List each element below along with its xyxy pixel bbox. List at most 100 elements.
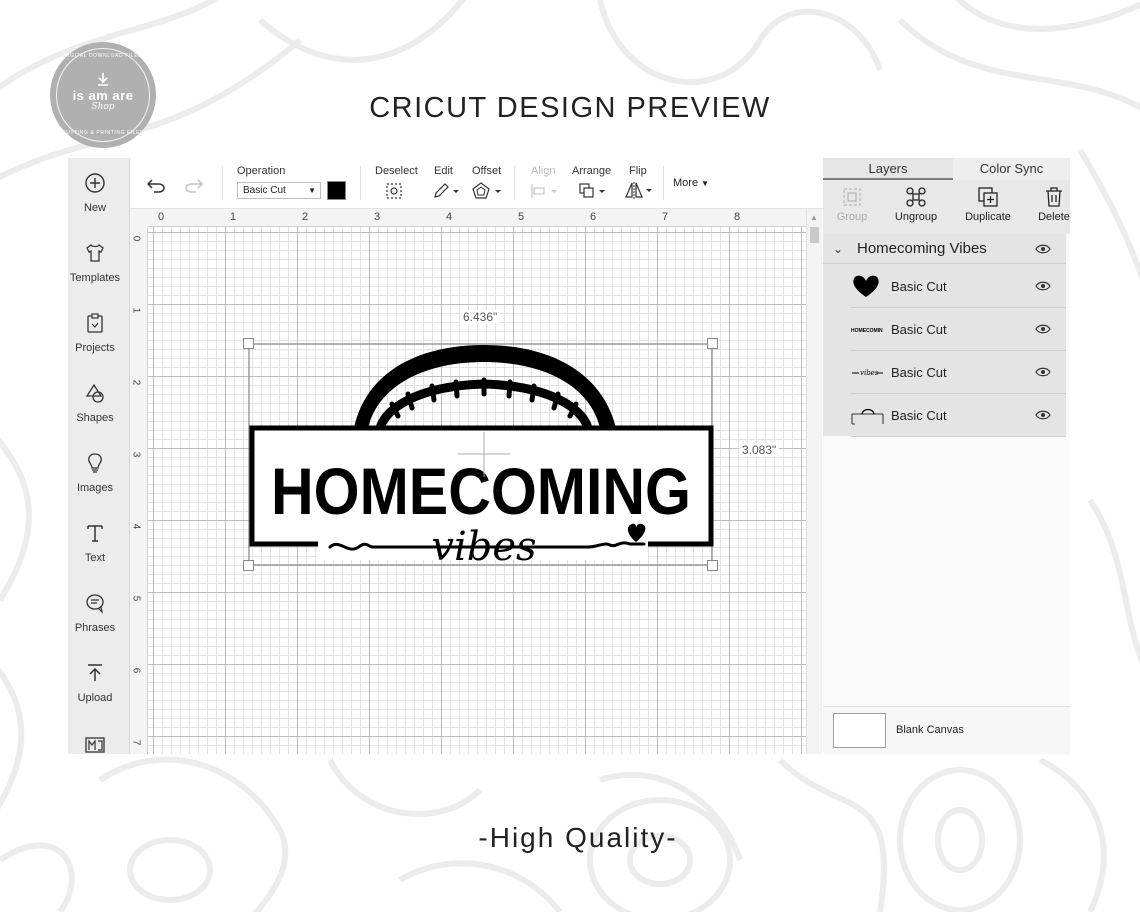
layer-tools-bar: Group Ungroup Duplicate Delete [823,180,1070,234]
operation-label: Operation [237,165,286,177]
duplicate-button[interactable]: Duplicate [958,186,1018,223]
scrollbar-thumb[interactable] [810,227,819,243]
ruler-tick-label: 2 [302,211,309,223]
ruler-tick-label: 3 [374,211,381,223]
sidebar-item-templates[interactable]: Templates [68,242,130,302]
layer-group-row[interactable]: ⌄ Homecoming Vibes [823,234,1066,264]
layer-group-name: Homecoming Vibes [857,240,987,257]
homecoming-vibes-design[interactable]: HOMECOMING vibes [243,338,718,571]
plus-circle-icon [85,173,105,193]
ungroup-button[interactable]: Ungroup [886,186,946,223]
tab-color-sync[interactable]: Color Sync [953,158,1070,180]
layer-row[interactable]: vibes Basic Cut [851,351,1066,394]
projects-icon [87,313,103,333]
group-button[interactable]: Group [822,186,882,223]
offset-icon[interactable] [472,182,502,200]
ruler-corner [130,209,148,227]
cricut-design-space-window: New Templates Projects Shapes Images Tex… [68,158,1070,754]
arrange-label: Arrange [572,165,612,177]
top-ruler: 0 1 2 3 4 5 6 7 8 [148,209,806,227]
tab-layers[interactable]: Layers [823,158,953,180]
ruler-tick-label: 0 [158,211,165,223]
undo-icon[interactable] [146,177,166,193]
scroll-up-icon[interactable]: ▲ [810,213,818,222]
monogram-icon [85,737,105,753]
ruler-tick-label: 8 [734,211,741,223]
design-headline-text: HOMECOMING [271,454,691,528]
sidebar-item-upload[interactable]: Upload [68,662,130,722]
design-canvas[interactable]: 0 1 2 3 4 5 6 7 8 0 1 2 3 4 5 6 7 HOMECO… [130,209,806,754]
width-dimension-label: 6.436" [460,310,501,324]
deselect-icon[interactable] [385,182,403,200]
pencil-edit-icon[interactable] [432,182,460,200]
eye-icon[interactable] [1035,280,1051,292]
sidebar-item-images[interactable]: Images [68,452,130,512]
offset-label: Offset [472,165,502,177]
sidebar-item-label: New [83,202,106,214]
sidebar-item-shapes[interactable]: Shapes [68,382,130,442]
speech-bubble-icon [86,594,104,614]
flip-label: Flip [629,165,647,177]
sidebar-item-monogram[interactable] [68,732,130,754]
tshirt-icon [86,244,104,262]
ruler-tick-label: 4 [130,523,142,530]
ungroup-icon [906,187,926,207]
trash-icon [1046,187,1062,207]
flip-icon[interactable] [625,181,655,200]
shapes-icon [85,383,104,403]
operation-select-value: Basic Cut [243,185,286,196]
toolbar-divider [360,166,361,200]
eye-icon[interactable] [1035,409,1051,421]
resize-handle-top-left[interactable] [243,338,254,349]
sidebar-item-text[interactable]: Text [68,522,130,582]
footer-tagline: -High Quality- [478,822,678,853]
sidebar-item-projects[interactable]: Projects [68,312,130,372]
operation-color-swatch[interactable] [327,181,346,200]
layer-name: Basic Cut [891,279,947,294]
layer-row[interactable]: Basic Cut [851,265,1066,308]
arrange-icon[interactable] [578,182,608,200]
ruler-tick-label: 3 [130,451,142,458]
eye-icon[interactable] [1035,323,1051,335]
sidebar-item-label: Text [84,552,106,564]
homecoming-thumbnail-text: HOMECOMIN [851,328,883,334]
align-label: Align [531,165,556,177]
duplicate-button-label: Duplicate [965,211,1011,223]
resize-handle-bottom-right[interactable] [707,560,718,571]
layer-row[interactable]: HOMECOMIN Basic Cut [851,308,1066,351]
layer-name: Basic Cut [891,408,947,423]
resize-handle-top-right[interactable] [707,338,718,349]
eye-icon[interactable] [1035,366,1051,378]
blank-canvas-label: Blank Canvas [896,724,964,736]
sidebar-item-label: Shapes [76,412,114,424]
layer-row[interactable]: Basic Cut [851,394,1066,437]
eye-icon[interactable] [1035,243,1051,255]
more-button[interactable]: More ▼ [673,177,709,189]
ruler-tick-label: 5 [518,211,525,223]
layer-name: Basic Cut [891,365,947,380]
blank-canvas-thumbnail [833,713,886,748]
delete-button[interactable]: Delete [1024,186,1070,223]
toolbar-divider [663,166,664,200]
edit-label: Edit [434,165,453,177]
resize-handle-bottom-left[interactable] [243,560,254,571]
sidebar-item-phrases[interactable]: Phrases [68,592,130,652]
ruler-tick-label: 6 [130,667,142,674]
design-script-text: vibes [431,524,536,567]
ruler-tick-label: 5 [130,595,142,602]
layer-name: Basic Cut [891,322,947,337]
sidebar-item-new[interactable]: New [68,172,130,232]
operation-select[interactable]: Basic Cut ▼ [237,182,321,199]
left-ruler: 0 1 2 3 4 5 6 7 [130,227,148,754]
lightbulb-icon [88,453,102,473]
blank-canvas-row[interactable]: Blank Canvas [823,706,1070,754]
ruler-tick-label: 1 [130,307,142,314]
vertical-scrollbar[interactable]: ▲ [806,209,822,754]
align-icon[interactable] [530,182,560,200]
deselect-label: Deselect [375,165,418,177]
group-button-label: Group [836,211,868,223]
toolbar-divider [222,166,223,200]
chevron-down-icon[interactable]: ⌄ [833,242,843,256]
redo-icon[interactable] [184,177,204,193]
height-dimension-label: 3.083" [739,443,780,457]
